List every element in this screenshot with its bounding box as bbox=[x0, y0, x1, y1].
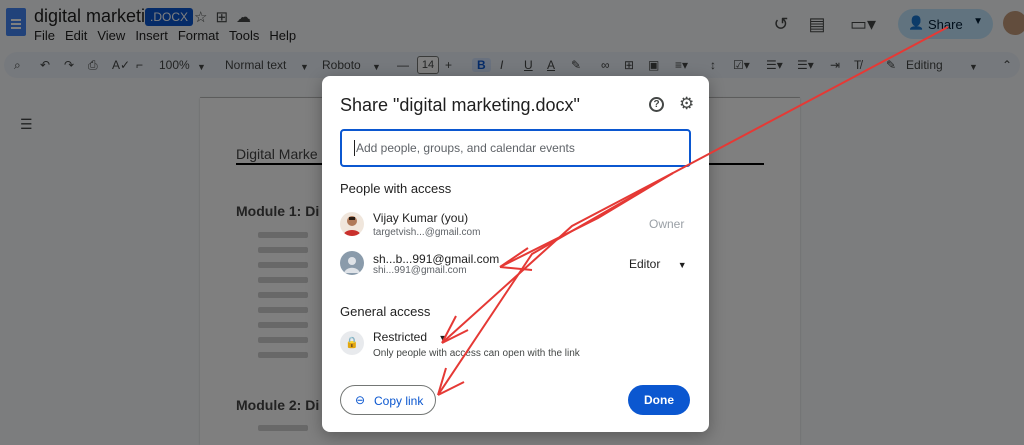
share-dialog-title: Share "digital marketing.docx" bbox=[340, 95, 580, 115]
access-level-label: Restricted bbox=[373, 330, 428, 344]
role-dropdown[interactable]: Editor ▼ bbox=[629, 257, 687, 271]
gear-icon[interactable]: ⚙ bbox=[679, 94, 694, 114]
person-name: sh...b...991@gmail.com bbox=[373, 252, 500, 266]
avatar bbox=[340, 212, 364, 236]
copy-link-button[interactable]: ⊖ Copy link bbox=[340, 385, 436, 415]
avatar bbox=[340, 251, 364, 275]
link-icon: ⊖ bbox=[355, 393, 366, 407]
help-icon[interactable]: ? bbox=[649, 97, 664, 112]
chevron-down-icon: ▼ bbox=[677, 260, 687, 270]
person-name: Vijay Kumar (you) bbox=[373, 211, 469, 225]
owner-role-label: Owner bbox=[649, 217, 685, 231]
access-description: Only people with access can open with th… bbox=[373, 348, 580, 359]
copy-link-label: Copy link bbox=[374, 394, 424, 408]
lock-icon: 🔒 bbox=[340, 331, 364, 355]
general-access-title: General access bbox=[340, 304, 431, 319]
access-level-dropdown[interactable]: Restricted ▼ bbox=[373, 330, 447, 344]
people-with-access-title: People with access bbox=[340, 181, 452, 196]
person-email: shi...991@gmail.com bbox=[373, 265, 467, 276]
role-label: Editor bbox=[629, 257, 661, 271]
done-button[interactable]: Done bbox=[628, 385, 690, 415]
add-people-input[interactable]: Add people, groups, and calendar events bbox=[340, 129, 691, 167]
chevron-down-icon: ▼ bbox=[438, 333, 448, 343]
share-dialog: Share "digital marketing.docx" ? ⚙ Add p… bbox=[322, 76, 709, 432]
person-email: targetvish...@gmail.com bbox=[373, 227, 481, 238]
